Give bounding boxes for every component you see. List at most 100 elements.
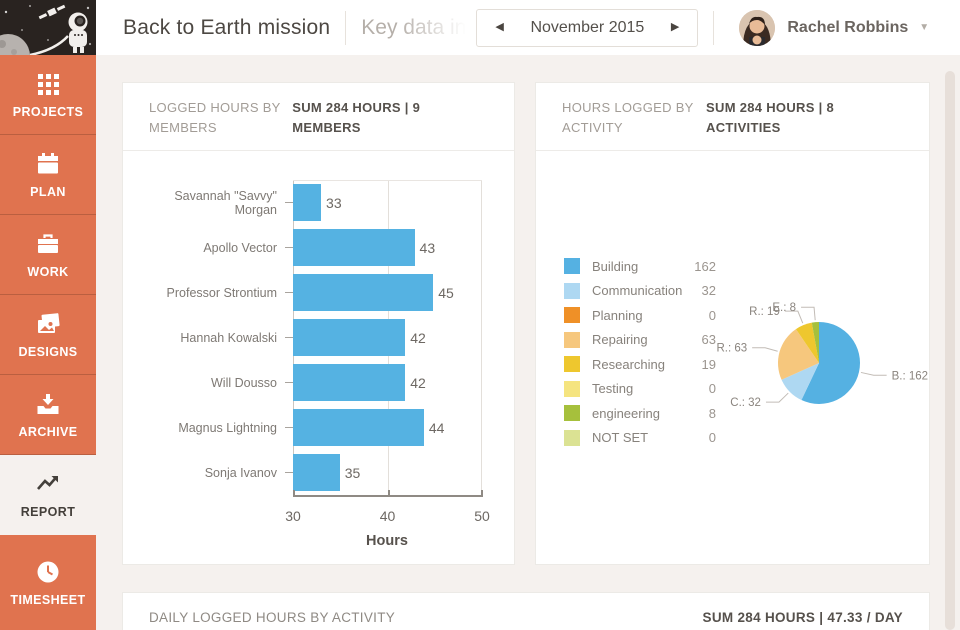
sidebar-item-report[interactable]: REPORT [0,455,96,535]
sidebar-item-plan[interactable]: PLAN [0,135,96,215]
chevron-down-icon[interactable]: ▼ [919,22,929,33]
legend-value: 0 [709,308,716,323]
legend-swatch [564,258,580,274]
prev-month-arrow-icon[interactable]: ◀ [491,18,507,37]
card-header: DAILY LOGGED HOURS BY ACTIVITY SUM 284 H… [123,593,929,630]
legend-swatch [564,307,580,323]
sidebar-item-label: PROJECTS [13,105,84,119]
bar[interactable] [293,184,321,221]
bar[interactable] [293,409,424,446]
bar[interactable] [293,454,340,491]
bar-row: Will Dousso 42 [149,360,480,405]
bar-track: 43 [293,229,480,266]
category-label: Magnus Lightning [149,421,285,435]
category-tick [285,427,293,428]
category-tick [285,292,293,293]
legend-row-testing[interactable]: Testing0 [564,381,716,397]
pie-slice-label: R.: 19 [749,306,780,318]
legend-swatch [564,405,580,421]
legend-row-communication[interactable]: Communication32 [564,283,716,299]
scrollbar-thumb[interactable] [945,71,955,630]
bar-row: Hannah Kowalski 42 [149,315,480,360]
x-axis-title: Hours [366,533,408,549]
category-tick [285,382,293,383]
legend-row-researching[interactable]: Researching19 [564,356,716,372]
bar[interactable] [293,364,405,401]
sidebar-item-designs[interactable]: DESIGNS [0,295,96,375]
card-daily-logged-hours: DAILY LOGGED HOURS BY ACTIVITY SUM 284 H… [122,592,930,630]
card-header: HOURS LOGGED BY ACTIVITY SUM 284 HOURS |… [536,83,929,151]
category-tick [285,472,293,473]
sidebar-item-timesheet[interactable]: TIMESHEET [0,535,96,630]
category-tick [285,202,293,203]
bar-track: 42 [293,364,480,401]
next-month-arrow-icon[interactable]: ▶ [667,18,683,37]
card-title: LOGGED HOURS BY MEMBERS [149,98,292,137]
bar-track: 42 [293,319,480,356]
trend-icon [35,471,61,497]
category-label: Savannah "Savvy" Morgan [149,189,285,217]
sidebar-item-label: ARCHIVE [18,425,77,439]
card-summary: SUM 284 HOURS | 47.33 / DAY [703,610,903,625]
legend-swatch [564,381,580,397]
user-name: Rachel Robbins [787,19,908,37]
pie-chart: Building162 Communication32 Planning0 Repai… [536,151,929,569]
category-label: Hannah Kowalski [149,331,285,345]
legend-swatch [564,356,580,372]
avatar-photo-icon [739,10,775,46]
sidebar-item-work[interactable]: WORK [0,215,96,295]
app-logo[interactable] [0,0,96,55]
bar-row: Sonja Ivanov 35 [149,450,480,495]
x-tick-label: 30 [285,508,301,524]
avatar[interactable] [739,10,775,46]
section-title: Key data in [361,16,466,40]
legend-row-planning[interactable]: Planning0 [564,307,716,323]
legend-row-engineering[interactable]: engineering8 [564,405,716,421]
bar-row: Magnus Lightning44 [149,405,480,450]
pie-label-leader [861,372,887,375]
card-header: LOGGED HOURS BY MEMBERS SUM 284 HOURS | … [123,83,514,151]
category-label: Will Dousso [149,376,285,390]
sidebar-item-label: WORK [27,265,68,279]
legend-label: Testing [592,381,709,396]
legend-label: Researching [592,357,702,372]
bar-value: 33 [326,195,342,211]
header-divider [345,11,346,45]
bar-row: Professor Strontium45 [149,270,480,315]
x-tick-label: 40 [380,508,396,524]
pie-slice-label: E.: 8 [772,302,796,314]
bar[interactable] [293,274,433,311]
sidebar-item-label: TIMESHEET [10,593,85,607]
legend-value: 19 [702,357,716,372]
bar[interactable] [293,319,405,356]
sidebar-nav: PROJECTS PLAN WORK DESIGNS ARCHIVE REPORT TIME… [0,55,96,630]
clock-icon [35,559,61,585]
legend-label: engineering [592,406,709,421]
sidebar-item-archive[interactable]: ARCHIVE [0,375,96,455]
legend-value: 0 [709,430,716,445]
grid-icon [35,71,61,97]
legend-label: Building [592,259,694,274]
legend-value: 162 [694,259,716,274]
card-summary: SUM 284 HOURS | 9 MEMBERS [292,98,490,137]
date-picker[interactable]: ◀ November 2015 ▶ [476,9,698,47]
category-label: Sonja Ivanov [149,466,285,480]
bar-value: 43 [420,240,436,256]
sidebar-item-label: REPORT [21,505,76,519]
legend-row-building[interactable]: Building162 [564,258,716,274]
card-logged-hours-by-members: LOGGED HOURS BY MEMBERS SUM 284 HOURS | … [122,82,515,565]
legend-value: 0 [709,381,716,396]
bar-value: 35 [345,465,361,481]
pie-label-leader [801,307,815,320]
user-menu[interactable]: Rachel Robbins ▼ [739,10,929,46]
legend-row-repairing[interactable]: Repairing63 [564,332,716,348]
briefcase-icon [35,231,61,257]
legend-row-not-set[interactable]: NOT SET0 [564,430,716,446]
bar[interactable] [293,229,415,266]
sidebar-item-projects[interactable]: PROJECTS [0,55,96,135]
pie-slice-label: R.: 63 [716,343,747,355]
x-axis [293,495,483,497]
card-title: HOURS LOGGED BY ACTIVITY [562,98,706,137]
sidebar-item-label: DESIGNS [18,345,77,359]
pie-slice-label: B.: 162 [892,370,928,382]
